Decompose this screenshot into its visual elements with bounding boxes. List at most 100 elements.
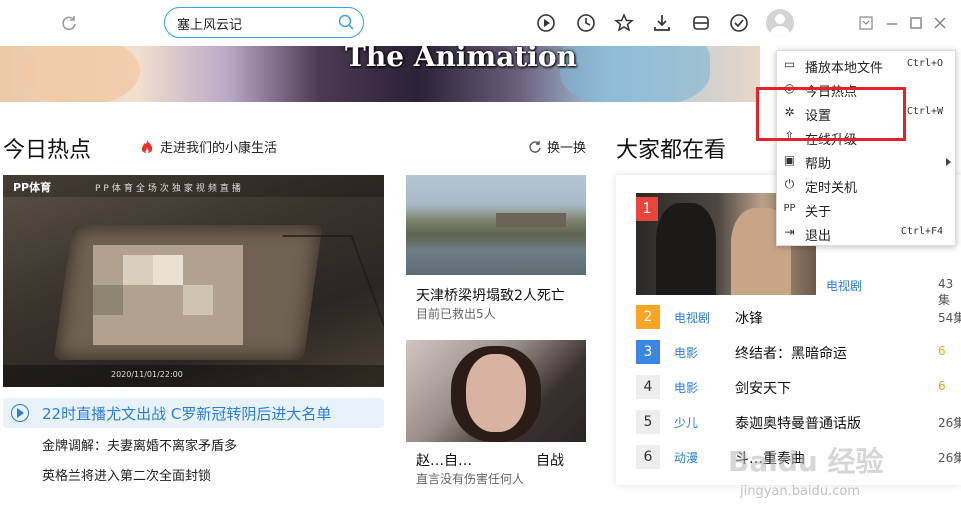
help-icon: ▣ [783, 153, 796, 167]
refresh-icon[interactable] [58, 12, 80, 34]
search-box[interactable] [164, 7, 364, 38]
live-headline[interactable]: 22时直播尤文出战 C罗新冠转阴后进大名单 [3, 398, 384, 428]
watermark-logo: Baidu 经验 [728, 445, 884, 478]
rank-title[interactable]: 剑安天下 [735, 378, 791, 398]
banner-art [20, 46, 140, 102]
rank-count: 26集 [938, 451, 961, 465]
play-icon[interactable] [535, 12, 557, 34]
menu-dropdown-icon[interactable] [855, 12, 877, 34]
play-circle-icon [11, 404, 29, 422]
trending-row[interactable]: 4 电影 剑安天下 6 [636, 375, 961, 399]
thumbnail-subtitle: PP体育全场次独家视频直播 [95, 184, 244, 194]
thumbnail-art [496, 213, 566, 227]
menu-item-help[interactable]: ▣ 帮助 [777, 149, 957, 173]
pp-sports-logo: PP体育 [13, 181, 52, 194]
news-card-title[interactable]: 赵…自… [416, 450, 472, 470]
watermark-url: jingyan.baidu.com [740, 484, 860, 499]
submenu-arrow-icon [946, 158, 951, 166]
history-icon[interactable] [575, 12, 597, 34]
power-icon: ⏻ [784, 177, 795, 191]
menu-item-shortcut: Ctrl+F4 [900, 226, 943, 237]
rank-title[interactable]: 冰锋 [735, 308, 763, 328]
news-card-title-end: 自战 [536, 453, 564, 469]
menu-item-open-local[interactable]: ▭ 播放本地文件 Ctrl+O [777, 53, 957, 77]
maximize-icon[interactable] [905, 12, 927, 34]
search-icon[interactable] [337, 13, 355, 31]
rank-count: 6 [938, 344, 946, 358]
menu-item-label: 定时关机 [805, 181, 858, 196]
minimize-icon[interactable] [881, 12, 903, 34]
thumbnail-footer: 2020/11/01/22:00 [3, 365, 384, 387]
rank-title[interactable]: 终结者：黑暗命运 [735, 343, 847, 363]
menu-item-label: 帮助 [805, 157, 832, 172]
close-icon[interactable] [929, 12, 951, 34]
thumbnail-art-face [466, 354, 526, 432]
rank-badge: 1 [636, 197, 658, 221]
banner-art-right [560, 46, 710, 102]
mosaic-blur [123, 255, 153, 285]
section-title-hot: 今日热点 [3, 138, 92, 163]
menu-item-label: 关于 [805, 205, 832, 220]
trending-row[interactable]: 2 电视剧 冰锋 54集 [636, 305, 961, 329]
news-thumbnail-bridge[interactable] [406, 175, 586, 275]
mosaic-blur [183, 285, 213, 315]
refresh-label: 换一换 [547, 141, 587, 156]
star-icon[interactable] [613, 12, 635, 34]
rank-category[interactable]: 电视剧 [674, 309, 710, 326]
flame-icon [141, 139, 153, 153]
exit-icon: ⇥ [784, 225, 795, 239]
featured-video-thumbnail[interactable]: PP体育 PP体育全场次独家视频直播 2020/11/01/22:00 [3, 175, 384, 387]
rank-category[interactable]: 电影 [674, 379, 698, 396]
storage-icon[interactable] [690, 12, 712, 34]
news-link[interactable]: 英格兰将进入第二次全面封锁 [42, 465, 211, 484]
featured-episode-count: 43集 [938, 277, 954, 307]
app-window: The Animation 今日热点 走进我们的小康生活 换一换 PP体育 PP… [0, 0, 961, 528]
main-menu: ▭ 播放本地文件 Ctrl+O ◎ 今日热点 ✲ 设置 Ctrl+W ⇧ 在线升… [776, 50, 956, 246]
mosaic-blur [153, 255, 183, 285]
refresh-small-icon [529, 140, 541, 153]
rank-count: 6 [938, 379, 946, 393]
annotation-highlight-box [756, 87, 906, 141]
banner[interactable]: The Animation [0, 46, 760, 102]
check-icon[interactable] [728, 12, 750, 34]
trending-row[interactable]: 5 少儿 泰迦奥特曼普通话版 26集 [636, 410, 961, 434]
thumbnail-art [656, 203, 716, 295]
rank-category[interactable]: 动漫 [674, 449, 698, 466]
rank-count: 54集 [938, 311, 961, 325]
refresh-button[interactable]: 换一换 [528, 137, 586, 156]
mosaic-blur [93, 285, 123, 315]
trending-row[interactable]: 3 电影 终结者：黑暗命运 6 [636, 340, 961, 364]
news-thumbnail-portrait[interactable] [406, 340, 586, 442]
avatar[interactable] [766, 9, 794, 37]
rank-number: 5 [636, 410, 660, 434]
rank-title[interactable]: 泰迦奥特曼普通话版 [735, 413, 861, 433]
rank-number: 4 [636, 375, 660, 399]
search-input[interactable] [177, 13, 337, 33]
thumbnail-date: 2020/11/01/22:00 [111, 370, 183, 379]
live-headline-text: 22时直播尤文出战 C罗新冠转阴后进大名单 [42, 405, 332, 423]
news-card-subtitle: 目前已救出5人 [416, 307, 496, 321]
news-link[interactable]: 金牌调解：夫妻离婚不离家矛盾多 [42, 435, 237, 454]
news-card-subtitle: 直言没有伤害任何人 [416, 472, 525, 486]
menu-item-shortcut: Ctrl+W [906, 106, 943, 117]
rank-category[interactable]: 少儿 [674, 414, 698, 431]
rank-count: 26集 [938, 416, 961, 430]
featured-category[interactable]: 电视剧 [826, 277, 862, 294]
menu-item-about[interactable]: PP 关于 [777, 197, 957, 221]
rank-number: 2 [636, 305, 660, 329]
rank-number: 3 [636, 340, 660, 364]
title-bar [0, 0, 961, 46]
rank-category[interactable]: 电影 [674, 344, 698, 361]
hot-topic-link[interactable]: 走进我们的小康生活 [140, 137, 277, 156]
news-card-title[interactable]: 天津桥梁坍塌致2人死亡 [416, 285, 565, 305]
menu-item-label: 播放本地文件 [805, 61, 884, 76]
section-title-trending: 大家都在看 [616, 138, 727, 163]
rank-number: 6 [636, 445, 660, 469]
pp-icon: PP [783, 203, 796, 214]
menu-item-shutdown-timer[interactable]: ⏻ 定时关机 [777, 173, 957, 197]
download-icon[interactable] [651, 12, 673, 34]
menu-item-label: 退出 [805, 229, 832, 244]
banner-title: The Animation [345, 46, 577, 73]
folder-icon: ▭ [783, 57, 796, 71]
menu-item-exit[interactable]: ⇥ 退出 Ctrl+F4 [777, 221, 957, 245]
